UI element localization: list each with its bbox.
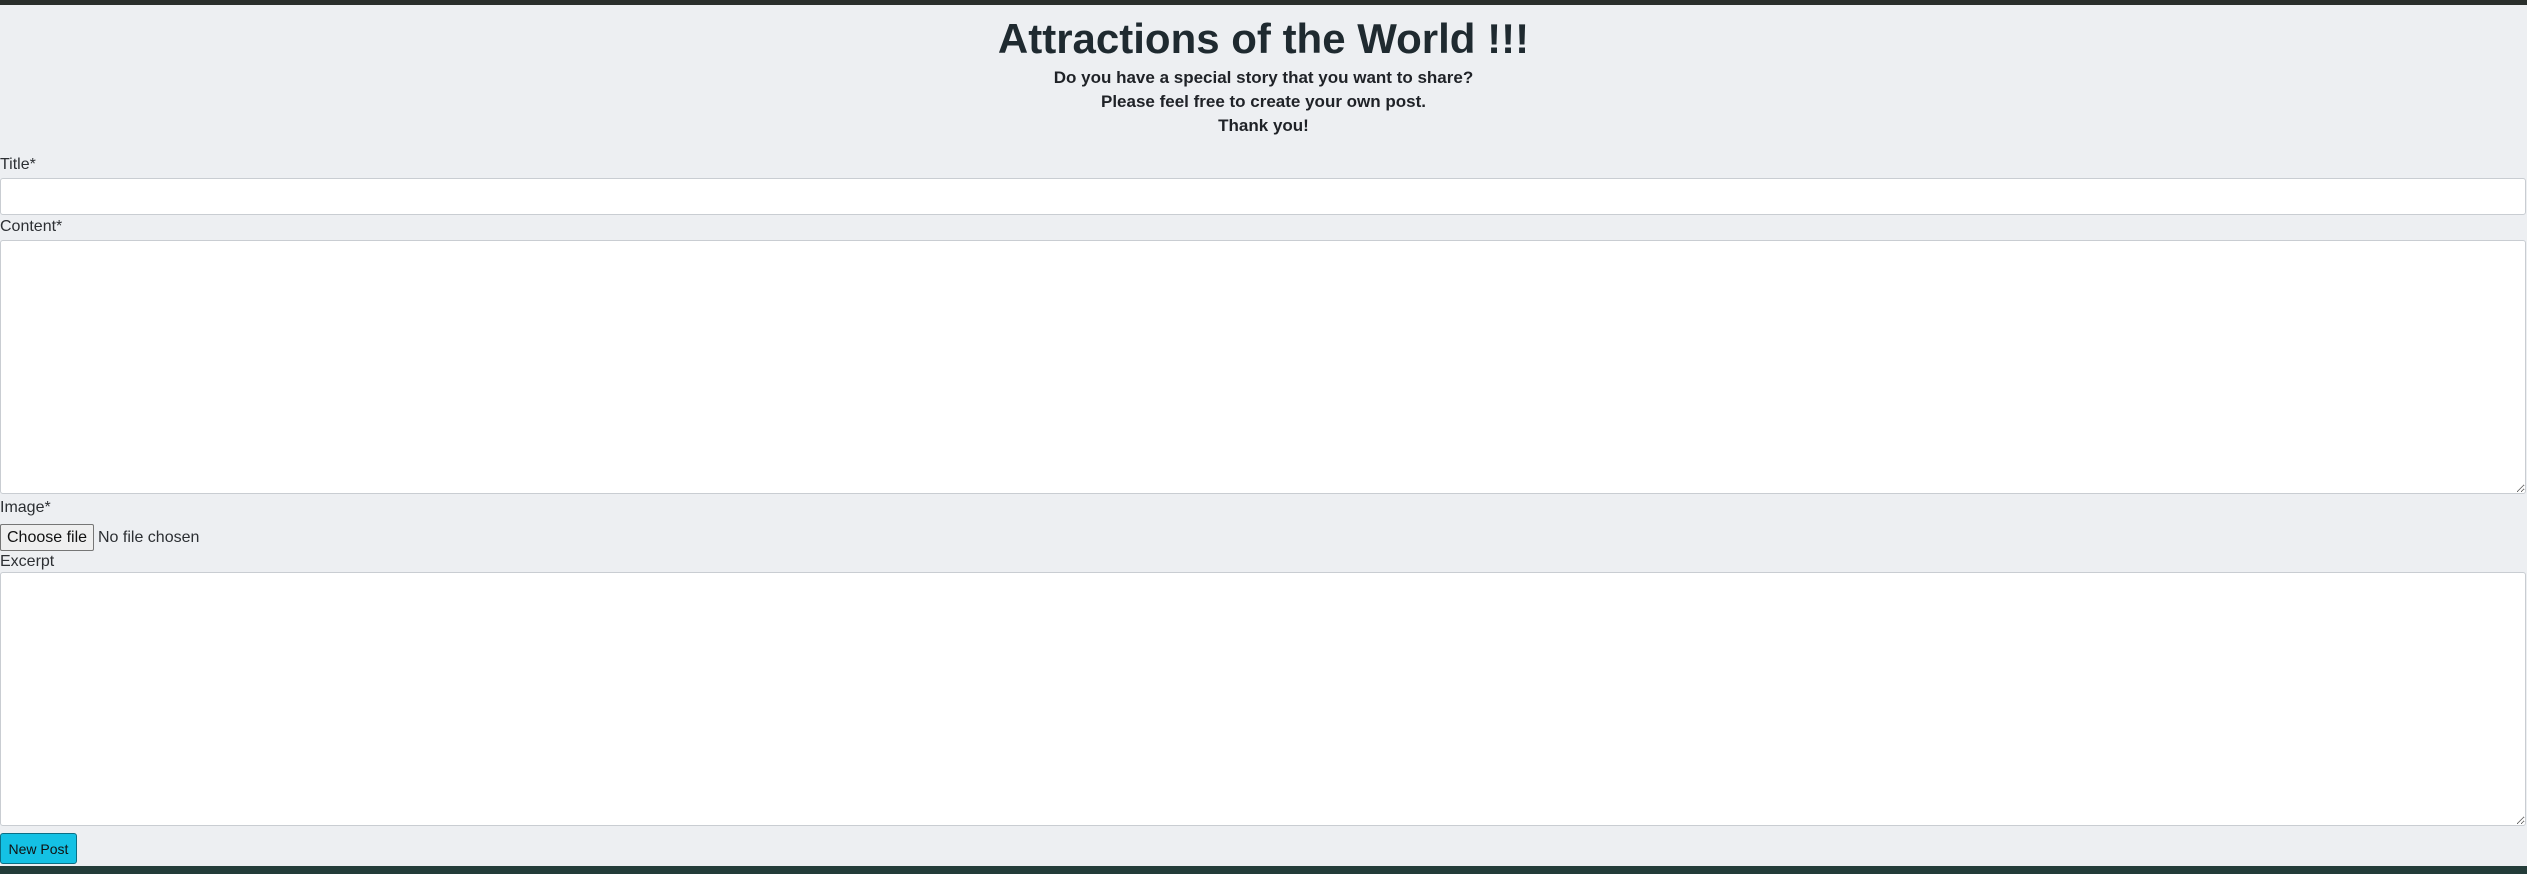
subtitle-line-2: Please feel free to create your own post… xyxy=(1100,92,1426,111)
file-status-text: No file chosen xyxy=(98,529,200,546)
title-label: Title* xyxy=(0,156,36,173)
new-post-button[interactable]: New Post xyxy=(0,833,77,864)
subtitle-line-3: Thank you! xyxy=(1218,116,1309,135)
title-input[interactable] xyxy=(0,178,2526,215)
excerpt-textarea[interactable] xyxy=(0,572,2526,826)
bottom-border-strip xyxy=(0,866,2527,874)
subtitle-line-1: Do you have a special story that you wan… xyxy=(1053,68,1474,87)
image-label: Image* xyxy=(0,499,51,516)
choose-file-button[interactable]: Choose file xyxy=(0,524,95,551)
content-label: Content* xyxy=(0,218,63,235)
content-textarea[interactable] xyxy=(0,240,2526,494)
page-title: Attractions of the World !!! xyxy=(997,15,1530,62)
excerpt-label: Excerpt xyxy=(0,553,55,570)
post-form-panel: Attractions of the World !!! Do you have… xyxy=(0,5,2527,866)
